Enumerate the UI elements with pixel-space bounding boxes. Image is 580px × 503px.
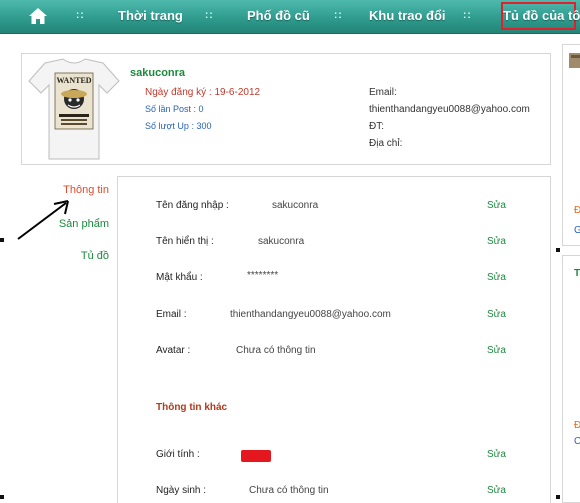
- right-link[interactable]: C: [574, 436, 580, 447]
- top-navigation: :: Thời trang :: Phố đồ cũ :: Khu trao đ…: [0, 0, 580, 34]
- contact-email-value: thienthandangyeu0088@yahoo.com: [369, 104, 530, 115]
- edit-birthday-link[interactable]: Sửa: [487, 485, 506, 496]
- profile-post-count: Số lần Post : 0: [145, 104, 204, 114]
- selection-handle: [556, 248, 560, 252]
- field-value-avatar: Chưa có thông tin: [236, 345, 316, 356]
- redacted-gender-value: [241, 450, 271, 462]
- section-title-other-info: Thông tin khác: [156, 402, 228, 413]
- right-sidebar-box: [562, 255, 580, 503]
- field-label-gender: Giới tính :: [156, 449, 200, 460]
- profile-username: sakuconra: [130, 67, 186, 79]
- right-link[interactable]: G: [574, 225, 580, 236]
- edit-gender-link[interactable]: Sửa: [487, 449, 506, 460]
- field-label-avatar: Avatar :: [156, 345, 191, 356]
- selection-handle: [0, 238, 4, 242]
- selection-handle: [0, 495, 4, 499]
- nav-item-tu-do-cua-toi[interactable]: Tủ đồ của tôi: [501, 2, 580, 30]
- field-value-birthday: Chưa có thông tin: [249, 485, 329, 496]
- right-text: Đ: [574, 420, 580, 431]
- edit-display-name-link[interactable]: Sửa: [487, 236, 506, 247]
- field-label-birthday: Ngày sinh :: [156, 485, 207, 496]
- field-value-username: sakuconra: [272, 200, 319, 211]
- edit-password-link[interactable]: Sửa: [487, 272, 506, 283]
- contact-phone-label: ĐT:: [369, 121, 384, 132]
- edit-email-link[interactable]: Sửa: [487, 309, 506, 320]
- avatar-print: WANTED: [56, 76, 91, 85]
- nav-separator: ::: [205, 10, 214, 21]
- selection-handle: [556, 495, 560, 499]
- contact-email-label: Email:: [369, 87, 397, 98]
- menu-item-thong-tin[interactable]: Thông tin: [63, 184, 109, 196]
- field-label-email: Email :: [156, 309, 187, 320]
- home-icon[interactable]: [28, 6, 48, 26]
- bag-icon: [569, 53, 580, 68]
- contact-address-label: Địa chỉ:: [369, 138, 403, 149]
- right-text: Đ: [574, 205, 580, 216]
- profile-up-count: Số lượt Up : 300: [145, 121, 212, 131]
- field-value-password: ********: [247, 270, 279, 281]
- right-heading: T: [574, 268, 580, 279]
- field-label-password: Mật khẩu :: [156, 272, 203, 283]
- edit-username-link[interactable]: Sửa: [487, 200, 506, 211]
- field-label-display-name: Tên hiển thị :: [156, 236, 214, 247]
- nav-separator: ::: [334, 10, 343, 21]
- avatar[interactable]: WANTED: [27, 57, 121, 161]
- field-label-username: Tên đăng nhập :: [156, 200, 229, 211]
- nav-separator: ::: [463, 10, 472, 21]
- menu-item-tu-do[interactable]: Tủ đồ: [81, 250, 109, 262]
- profile-joined-date: Ngày đăng ký : 19-6-2012: [145, 87, 261, 98]
- field-value-display-name: sakuconra: [258, 236, 305, 247]
- arrow-annotation-icon: [17, 200, 69, 240]
- field-value-email: thienthandangyeu0088@yahoo.com: [230, 309, 391, 320]
- nav-item-pho-do-cu[interactable]: Phố đồ cũ: [247, 0, 310, 33]
- nav-item-thoi-trang[interactable]: Thời trang: [118, 0, 183, 33]
- nav-separator: ::: [76, 10, 85, 21]
- nav-item-khu-trao-doi[interactable]: Khu trao đổi: [369, 0, 446, 33]
- edit-avatar-link[interactable]: Sửa: [487, 345, 506, 356]
- profile-card: WANTED sakuconra Ngày đăng ký : 19-6-201…: [21, 53, 551, 165]
